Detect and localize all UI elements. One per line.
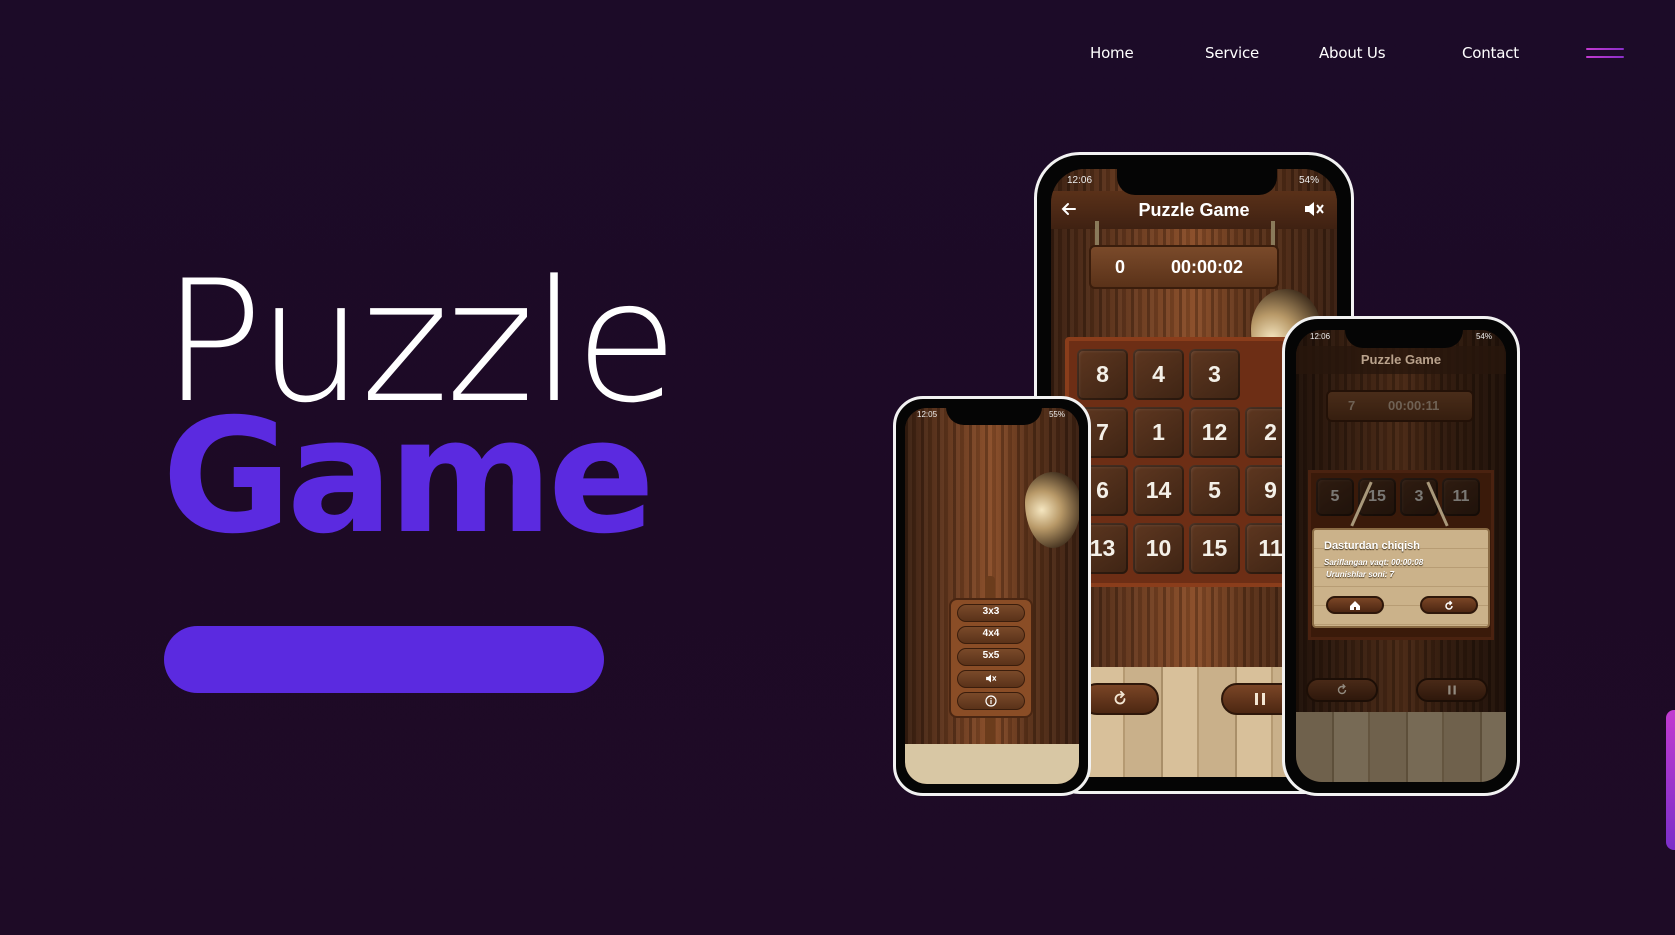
dialog-time-label: Sariflangan vaqt: 00:00:08 [1324,558,1424,567]
floor [905,744,1079,784]
info-icon [985,695,997,707]
score-sign: 7 00:00:11 [1326,390,1474,422]
moves-counter: 7 [1348,398,1356,413]
status-battery: 54% [1475,332,1492,341]
nav-home-link[interactable]: Home [1090,44,1134,62]
level-4x4-button[interactable]: 4x4 [957,626,1025,644]
cta-button[interactable] [164,626,604,693]
phone-left-screen: 12:05 55% 3x3 4x4 5x5 [905,408,1079,784]
level-5x5-button[interactable]: 5x5 [957,648,1025,666]
puzzle-tile[interactable]: 1 [1133,407,1184,458]
level-3x3-button[interactable]: 3x3 [957,604,1025,622]
pause-icon [1255,693,1265,705]
timer: 00:00:11 [1388,398,1440,413]
volume-mute-icon[interactable] [1303,199,1325,219]
nav-service-link[interactable]: Service [1205,44,1259,62]
puzzle-tile[interactable]: 10 [1133,523,1184,574]
timer: 00:00:02 [1171,257,1244,277]
status-battery: 55% [1048,410,1065,419]
game-title: Puzzle Game [1138,200,1250,220]
info-button[interactable] [957,692,1025,710]
phone-mockup-right: 12:06 54% Puzzle Game 7 00:00:11 5 15 3 … [1282,316,1520,796]
nav-about-link[interactable]: About Us [1319,44,1386,62]
phone-notch [946,407,1042,425]
status-time: 12:06 [1310,332,1331,341]
puzzle-tile[interactable]: 3 [1189,349,1240,400]
sound-toggle-button[interactable] [957,670,1025,688]
home-icon [1350,601,1360,610]
puzzle-tile[interactable]: 8 [1077,349,1128,400]
volume-mute-icon [986,674,997,683]
hero-title-line2: Game [162,385,655,569]
floor [1296,712,1506,782]
status-time: 12:06 [1067,175,1093,186]
game-title: Puzzle Game [1360,352,1442,367]
puzzle-tile: 11 [1442,478,1480,516]
hamburger-menu-icon[interactable] [1586,47,1624,61]
arrow-left-icon[interactable] [1059,199,1079,219]
restart-icon [1337,683,1347,695]
restart-icon [1445,600,1453,610]
puzzle-tile[interactable]: 14 [1133,465,1184,516]
puzzle-tile[interactable]: 12 [1189,407,1240,458]
restart-button[interactable] [1420,596,1478,614]
side-tab-handle[interactable] [1666,710,1675,850]
phone-notch [1117,167,1277,195]
phone-mockup-left: 12:05 55% 3x3 4x4 5x5 [893,396,1091,796]
home-button[interactable] [1326,596,1384,614]
puzzle-tile[interactable]: 4 [1133,349,1184,400]
restart-button[interactable] [1306,678,1378,702]
pause-icon [1448,685,1456,695]
phone-right-screen: 12:06 54% Puzzle Game 7 00:00:11 5 15 3 … [1296,330,1506,782]
moves-counter: 0 [1115,257,1126,277]
pause-button[interactable] [1416,678,1488,702]
score-sign: 0 00:00:02 [1089,245,1279,289]
dialog-title: Dasturdan chiqish [1324,540,1420,552]
puzzle-tile: 5 [1316,478,1354,516]
exit-dialog: Dasturdan chiqish Sariflangan vaqt: 00:0… [1312,528,1490,628]
dialog-attempts-label: Urunishlar soni: 7 [1326,570,1395,579]
restart-icon [1114,690,1126,705]
nav-contact-link[interactable]: Contact [1462,44,1519,62]
phone-notch [1345,328,1463,348]
status-time: 12:05 [917,410,938,419]
status-battery: 54% [1298,175,1319,186]
restart-button[interactable] [1081,683,1159,715]
puzzle-tile[interactable]: 15 [1189,523,1240,574]
puzzle-tile[interactable]: 5 [1189,465,1240,516]
top-nav: Home Service About Us Contact [0,44,1675,68]
